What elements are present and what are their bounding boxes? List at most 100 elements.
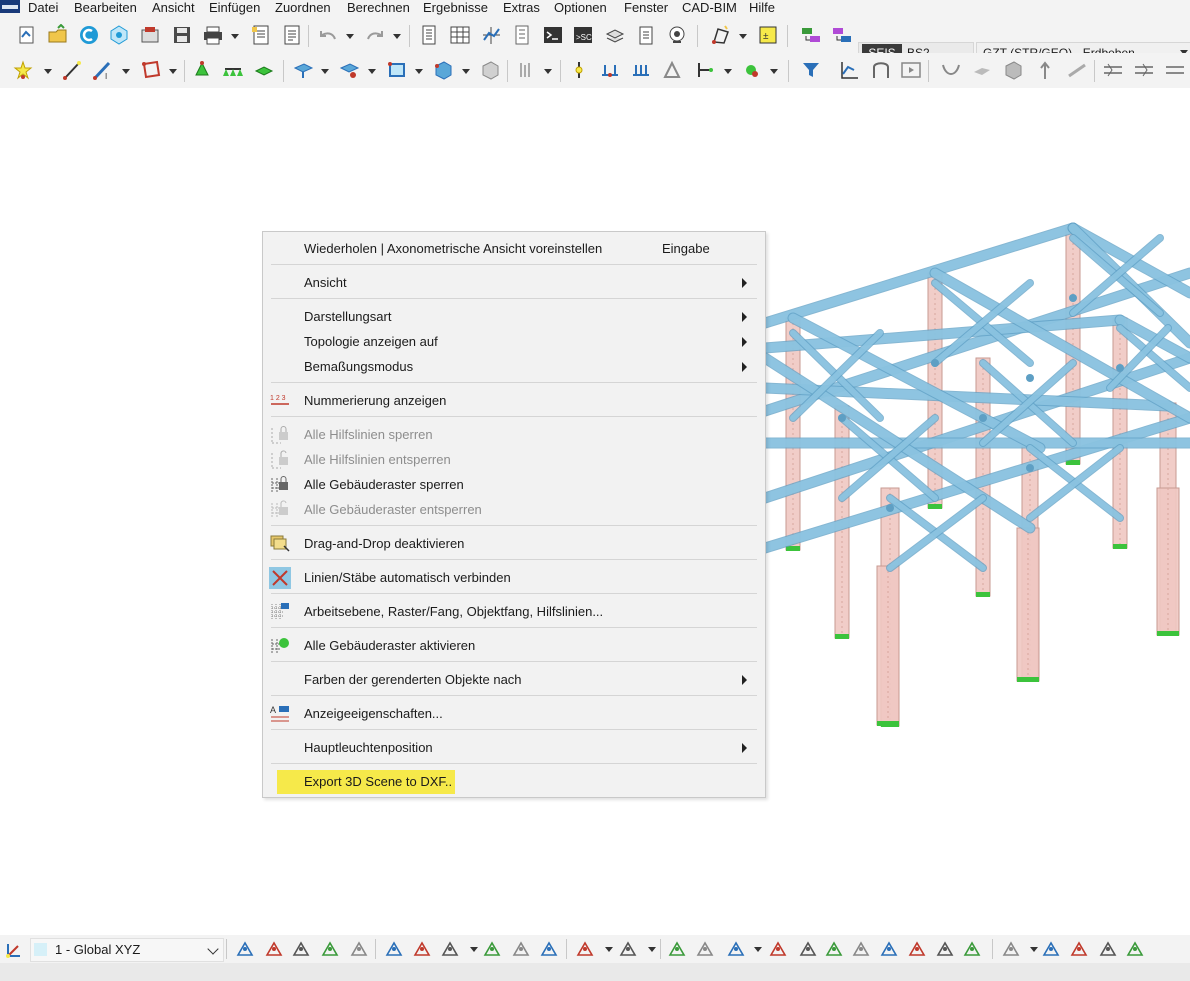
support-icon[interactable] (666, 24, 688, 46)
context-menu-item[interactable]: Hauptleuchtenposition (263, 736, 765, 760)
solid-dropdown-icon[interactable] (462, 69, 470, 75)
menu-bearbeiten[interactable]: Bearbeiten (74, 0, 137, 15)
new-line-dropdown-icon[interactable] (739, 34, 747, 40)
context-menu-item[interactable]: Alle Gebäuderaster sperren (263, 473, 765, 497)
app-logo[interactable] (0, 0, 20, 13)
support-reaction-icon[interactable] (1034, 59, 1056, 81)
menu-ergebnisse[interactable]: Ergebnisse (423, 0, 488, 15)
printout-report-icon[interactable] (250, 24, 272, 46)
surface-load-icon[interactable] (386, 59, 408, 81)
load-case-prev-icon[interactable] (800, 24, 822, 46)
cut-icon[interactable] (961, 938, 983, 960)
menu-berechnen[interactable]: Berechnen (347, 0, 410, 15)
save-icon[interactable] (171, 24, 193, 46)
nodal-load-icon[interactable] (292, 59, 314, 81)
view-y-icon[interactable] (263, 938, 285, 960)
context-menu-item[interactable]: Export 3D Scene to DXF.. (263, 770, 765, 794)
select-member-icon[interactable] (538, 938, 560, 960)
nodal-load-dropdown-icon[interactable] (321, 69, 329, 75)
hatch-icon[interactable] (1040, 938, 1062, 960)
dimension-diag-icon[interactable] (850, 938, 872, 960)
sections-icon[interactable] (511, 24, 533, 46)
menu-zuordnen[interactable]: Zuordnen (275, 0, 331, 15)
line-support-icon[interactable] (222, 59, 244, 81)
context-menu-item[interactable]: 1 2 3 Nummerierung anzeigen (263, 389, 765, 413)
nodal-support-icon[interactable] (191, 59, 213, 81)
coordinate-snap-icon[interactable] (574, 938, 596, 960)
solid-icon[interactable] (432, 59, 454, 81)
new-line-icon[interactable] (709, 24, 731, 46)
print-icon[interactable] (202, 24, 224, 46)
context-menu-item[interactable]: Darstellungsart (263, 305, 765, 329)
imperfection-icon[interactable] (514, 59, 536, 81)
select-crossing-icon[interactable] (411, 938, 433, 960)
curve-red-icon[interactable] (1097, 938, 1119, 960)
context-menu-item[interactable]: Topologie anzeigen auf (263, 330, 765, 354)
undo-dropdown-icon[interactable] (346, 34, 354, 40)
select-xx-icon[interactable] (481, 938, 503, 960)
slash-icon[interactable] (1068, 938, 1090, 960)
menu-datei[interactable]: Datei (28, 0, 58, 15)
context-menu-item[interactable]: Arbeitsebene, Raster/Fang, Objektfang, H… (263, 600, 765, 624)
menu-optionen[interactable]: Optionen (554, 0, 607, 15)
divide-member-icon[interactable] (599, 59, 621, 81)
network-icon[interactable] (906, 938, 928, 960)
layers-icon[interactable] (604, 24, 626, 46)
member-end-icon[interactable] (694, 59, 716, 81)
surface-icon[interactable] (140, 59, 162, 81)
context-menu-item[interactable]: Farben der gerenderten Objekte nach (263, 668, 765, 692)
toolbar-dropdown-icon[interactable] (648, 947, 656, 953)
line-icon[interactable] (61, 59, 83, 81)
view-z-icon[interactable] (290, 938, 312, 960)
toolbar-dropdown-icon[interactable] (754, 947, 762, 953)
menu-fenster[interactable]: Fenster (624, 0, 668, 15)
report-icon[interactable] (281, 24, 303, 46)
deformation-icon[interactable] (940, 59, 962, 81)
menu-cad-bim[interactable]: CAD-BIM (682, 0, 737, 15)
navigator-icon[interactable] (418, 24, 440, 46)
console-icon[interactable] (542, 24, 564, 46)
surface-support-icon[interactable] (253, 59, 275, 81)
guideline-vertical-icon[interactable] (666, 938, 688, 960)
solid-result-icon[interactable] (1002, 59, 1024, 81)
hinge-icon[interactable] (740, 59, 762, 81)
member-load-icon[interactable] (338, 59, 360, 81)
toolbar-dropdown-icon[interactable] (1030, 947, 1038, 953)
dlubal-center-icon[interactable] (78, 24, 100, 46)
divide-lines-icon[interactable] (630, 59, 652, 81)
node-icon[interactable] (12, 59, 34, 81)
context-menu-item[interactable]: Wiederholen | Axonometrische Ansicht vor… (263, 237, 765, 261)
frame-icon[interactable] (870, 59, 892, 81)
hinge-dropdown-icon[interactable] (770, 69, 778, 75)
coordinate-system-icon[interactable] (4, 938, 26, 960)
context-menu-item[interactable]: Alle Gebäuderaster aktivieren (263, 634, 765, 658)
undo-icon[interactable] (317, 24, 339, 46)
node-dropdown-icon[interactable] (44, 69, 52, 75)
dimension-icon[interactable]: ± (757, 24, 779, 46)
measure-icon[interactable] (1000, 938, 1022, 960)
guideline-diagonal-icon[interactable] (694, 938, 716, 960)
member-end-dropdown-icon[interactable] (724, 69, 732, 75)
surface-result-icon[interactable] (971, 59, 993, 81)
line-draw-icon[interactable] (725, 938, 747, 960)
member-load-dropdown-icon[interactable] (368, 69, 376, 75)
menu-hilfe[interactable]: Hilfe (749, 0, 775, 15)
node-between-icon[interactable] (568, 59, 590, 81)
member-dropdown-icon[interactable] (122, 69, 130, 75)
view-x-icon[interactable] (234, 938, 256, 960)
load-case-next-icon[interactable] (831, 24, 853, 46)
arc-icon[interactable] (767, 938, 789, 960)
menu-extras[interactable]: Extras (503, 0, 540, 15)
section-cut-3-icon[interactable] (1164, 59, 1186, 81)
imperfection-dropdown-icon[interactable] (544, 69, 552, 75)
redo-dropdown-icon[interactable] (393, 34, 401, 40)
view-iso-icon[interactable] (319, 938, 341, 960)
menu-ansicht[interactable]: Ansicht (152, 0, 195, 15)
context-menu-item[interactable]: Drag-and-Drop deaktivieren (263, 532, 765, 556)
member-icon[interactable]: I (92, 59, 114, 81)
select-x-icon[interactable] (439, 938, 461, 960)
redo-icon[interactable] (364, 24, 386, 46)
section-cut-icon[interactable] (1102, 59, 1124, 81)
context-menu-item[interactable]: Bemaßungsmodus (263, 355, 765, 379)
open-folder-icon[interactable] (47, 24, 69, 46)
